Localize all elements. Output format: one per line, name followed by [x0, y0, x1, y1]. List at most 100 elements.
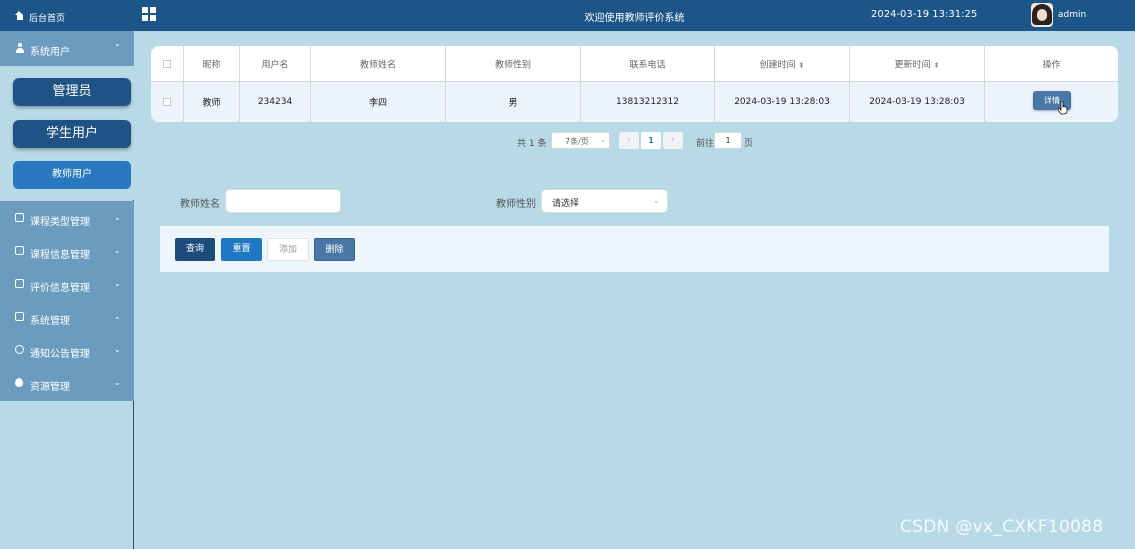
chevron-down-icon: ⌄	[114, 378, 121, 387]
cell-gender: 男	[508, 98, 518, 109]
sidebar: 后台首页 系统用户 ⌃ 管理员 学生用户 教师用户 课程类型管理 ⌄ 课程信息管…	[0, 0, 134, 549]
prev-page-button[interactable]: ‹	[619, 132, 639, 149]
edit-square-icon	[15, 279, 24, 288]
sidebar-item-notice[interactable]: 通知公告管理 ⌄	[0, 333, 134, 366]
page-size-value: 7条/页	[565, 137, 589, 146]
chevron-down-icon: ⌄	[114, 213, 121, 222]
column-header-label: 昵称	[202, 60, 221, 70]
image-icon	[15, 312, 24, 321]
table-row[interactable]: 教师 234234 李四 男 13813212312 2024-03-19 13…	[151, 82, 1118, 122]
sidebar-item-label: 评价信息管理	[30, 283, 90, 294]
sidebar-item-system-management[interactable]: 系统管理 ⌄	[0, 300, 134, 333]
sidebar-item-label: 课程信息管理	[30, 250, 90, 261]
sidebar-item-evaluation-info[interactable]: 评价信息管理 ⌄	[0, 267, 134, 300]
sidebar-item-course-type[interactable]: 课程类型管理 ⌄	[0, 201, 134, 234]
action-panel: 查询 重置 添加 删除	[160, 226, 1109, 272]
checkbox-icon[interactable]	[163, 98, 171, 106]
sidebar-item-label: 课程类型管理	[30, 217, 90, 228]
chevron-up-icon: ⌃	[114, 43, 121, 52]
checkbox-icon[interactable]	[163, 60, 171, 68]
cell-nickname: 教师	[202, 98, 221, 109]
table-cell: 教师	[183, 82, 239, 122]
home-icon	[15, 11, 24, 20]
table-header-row: 昵称 用户名 教师姓名 教师性别 联系电话 创建时间 ⬍ 更新时间 ⬍ 操作	[151, 46, 1118, 82]
table-cell: 2024-03-19 13:28:03	[714, 82, 849, 122]
add-button[interactable]: 添加	[267, 238, 309, 261]
sidebar-item-student-user[interactable]: 学生用户	[13, 120, 131, 148]
table-cell: 234234	[239, 82, 310, 122]
sidebar-item-label: 系统用户	[30, 47, 70, 58]
cell-phone: 13813212312	[616, 97, 679, 107]
sidebar-submenu: 管理员 学生用户 教师用户	[0, 66, 134, 200]
chevron-down-icon: ⌄	[114, 246, 121, 255]
page-suffix-label: 页	[744, 139, 754, 149]
current-datetime: 2024-03-19 13:31:25	[871, 9, 978, 20]
pagination-total: 共 1 条	[517, 139, 547, 149]
column-header-label: 创建时间	[759, 60, 796, 70]
column-header-created[interactable]: 创建时间 ⬍	[714, 46, 849, 81]
table-cell: 2024-03-19 13:28:03	[849, 82, 984, 122]
reset-button[interactable]: 重置	[221, 238, 262, 261]
chevron-down-icon: ⌄	[600, 136, 606, 144]
column-header-label: 联系电话	[629, 60, 666, 70]
chevron-right-icon: ›	[671, 135, 675, 145]
column-header: 操作	[984, 46, 1118, 81]
cell-teacher-name: 李四	[368, 98, 387, 109]
edit-square-icon	[15, 246, 24, 255]
sort-icon[interactable]: ⬍	[799, 61, 805, 69]
sidebar-item-home[interactable]: 后台首页	[0, 0, 134, 31]
row-select[interactable]	[151, 82, 183, 122]
column-header: 教师姓名	[310, 46, 445, 81]
column-header-updated[interactable]: 更新时间 ⬍	[849, 46, 984, 81]
sidebar-item-admin[interactable]: 管理员	[13, 78, 131, 106]
sidebar-item-course-info[interactable]: 课程信息管理 ⌄	[0, 234, 134, 267]
chevron-down-icon: ⌄	[114, 345, 121, 354]
page-size-select[interactable]: 7条/页 ⌄	[551, 132, 610, 149]
sidebar-item-system-user[interactable]: 系统用户 ⌃	[0, 31, 134, 66]
sidebar-item-resource[interactable]: 资源管理 ⌄	[0, 366, 134, 399]
delete-button[interactable]: 删除	[314, 238, 355, 261]
teacher-gender-label: 教师性别	[496, 199, 536, 210]
query-button[interactable]: 查询	[175, 238, 215, 261]
teacher-name-input[interactable]	[225, 189, 341, 213]
username[interactable]: admin	[1058, 10, 1086, 20]
page-number[interactable]: 1	[641, 132, 661, 149]
sidebar-item-teacher-user[interactable]: 教师用户	[13, 161, 131, 189]
column-header: 昵称	[183, 46, 239, 81]
column-header: 教师性别	[445, 46, 580, 81]
chevron-down-icon: ⌄	[114, 312, 121, 321]
header-select-all[interactable]	[151, 46, 183, 81]
chevron-down-icon: ⌄	[114, 279, 121, 288]
avatar[interactable]	[1031, 3, 1053, 27]
cell-updated: 2024-03-19 13:28:03	[869, 97, 965, 107]
select-placeholder: 请选择	[552, 199, 580, 209]
next-page-button[interactable]: ›	[663, 132, 683, 149]
edit-square-icon	[15, 213, 24, 222]
info-circle-icon	[15, 345, 24, 354]
cell-username: 234234	[257, 97, 293, 107]
page-title: 欢迎使用教师评价系统	[584, 13, 685, 24]
table-cell: 13813212312	[580, 82, 714, 122]
column-header-label: 用户名	[261, 60, 289, 70]
table-cell: 男	[445, 82, 580, 122]
teacher-gender-select[interactable]: 请选择 ⌄	[541, 189, 668, 213]
goto-page-input[interactable]: 1	[714, 132, 742, 149]
hand-cursor-icon	[1058, 101, 1068, 115]
column-header-label: 操作	[1042, 60, 1061, 70]
teacher-name-label: 教师姓名	[180, 199, 220, 210]
column-header: 联系电话	[580, 46, 714, 81]
bulb-icon	[15, 378, 23, 387]
user-icon	[15, 43, 25, 53]
chevron-down-icon: ⌄	[653, 196, 660, 205]
table-cell: 李四	[310, 82, 445, 122]
column-header-label: 更新时间	[894, 60, 931, 70]
sidebar-item-label: 资源管理	[30, 382, 70, 393]
table-cell-actions: 详情	[984, 82, 1118, 122]
top-bar: 欢迎使用教师评价系统 2024-03-19 13:31:25 admin	[134, 0, 1135, 31]
sidebar-item-label: 后台首页	[29, 14, 66, 24]
chevron-left-icon: ‹	[627, 135, 631, 145]
data-table: 昵称 用户名 教师姓名 教师性别 联系电话 创建时间 ⬍ 更新时间 ⬍ 操作 教师 …	[151, 46, 1118, 122]
sort-icon[interactable]: ⬍	[934, 61, 940, 69]
column-header-label: 教师姓名	[359, 60, 396, 70]
column-header-label: 教师性别	[494, 60, 531, 70]
